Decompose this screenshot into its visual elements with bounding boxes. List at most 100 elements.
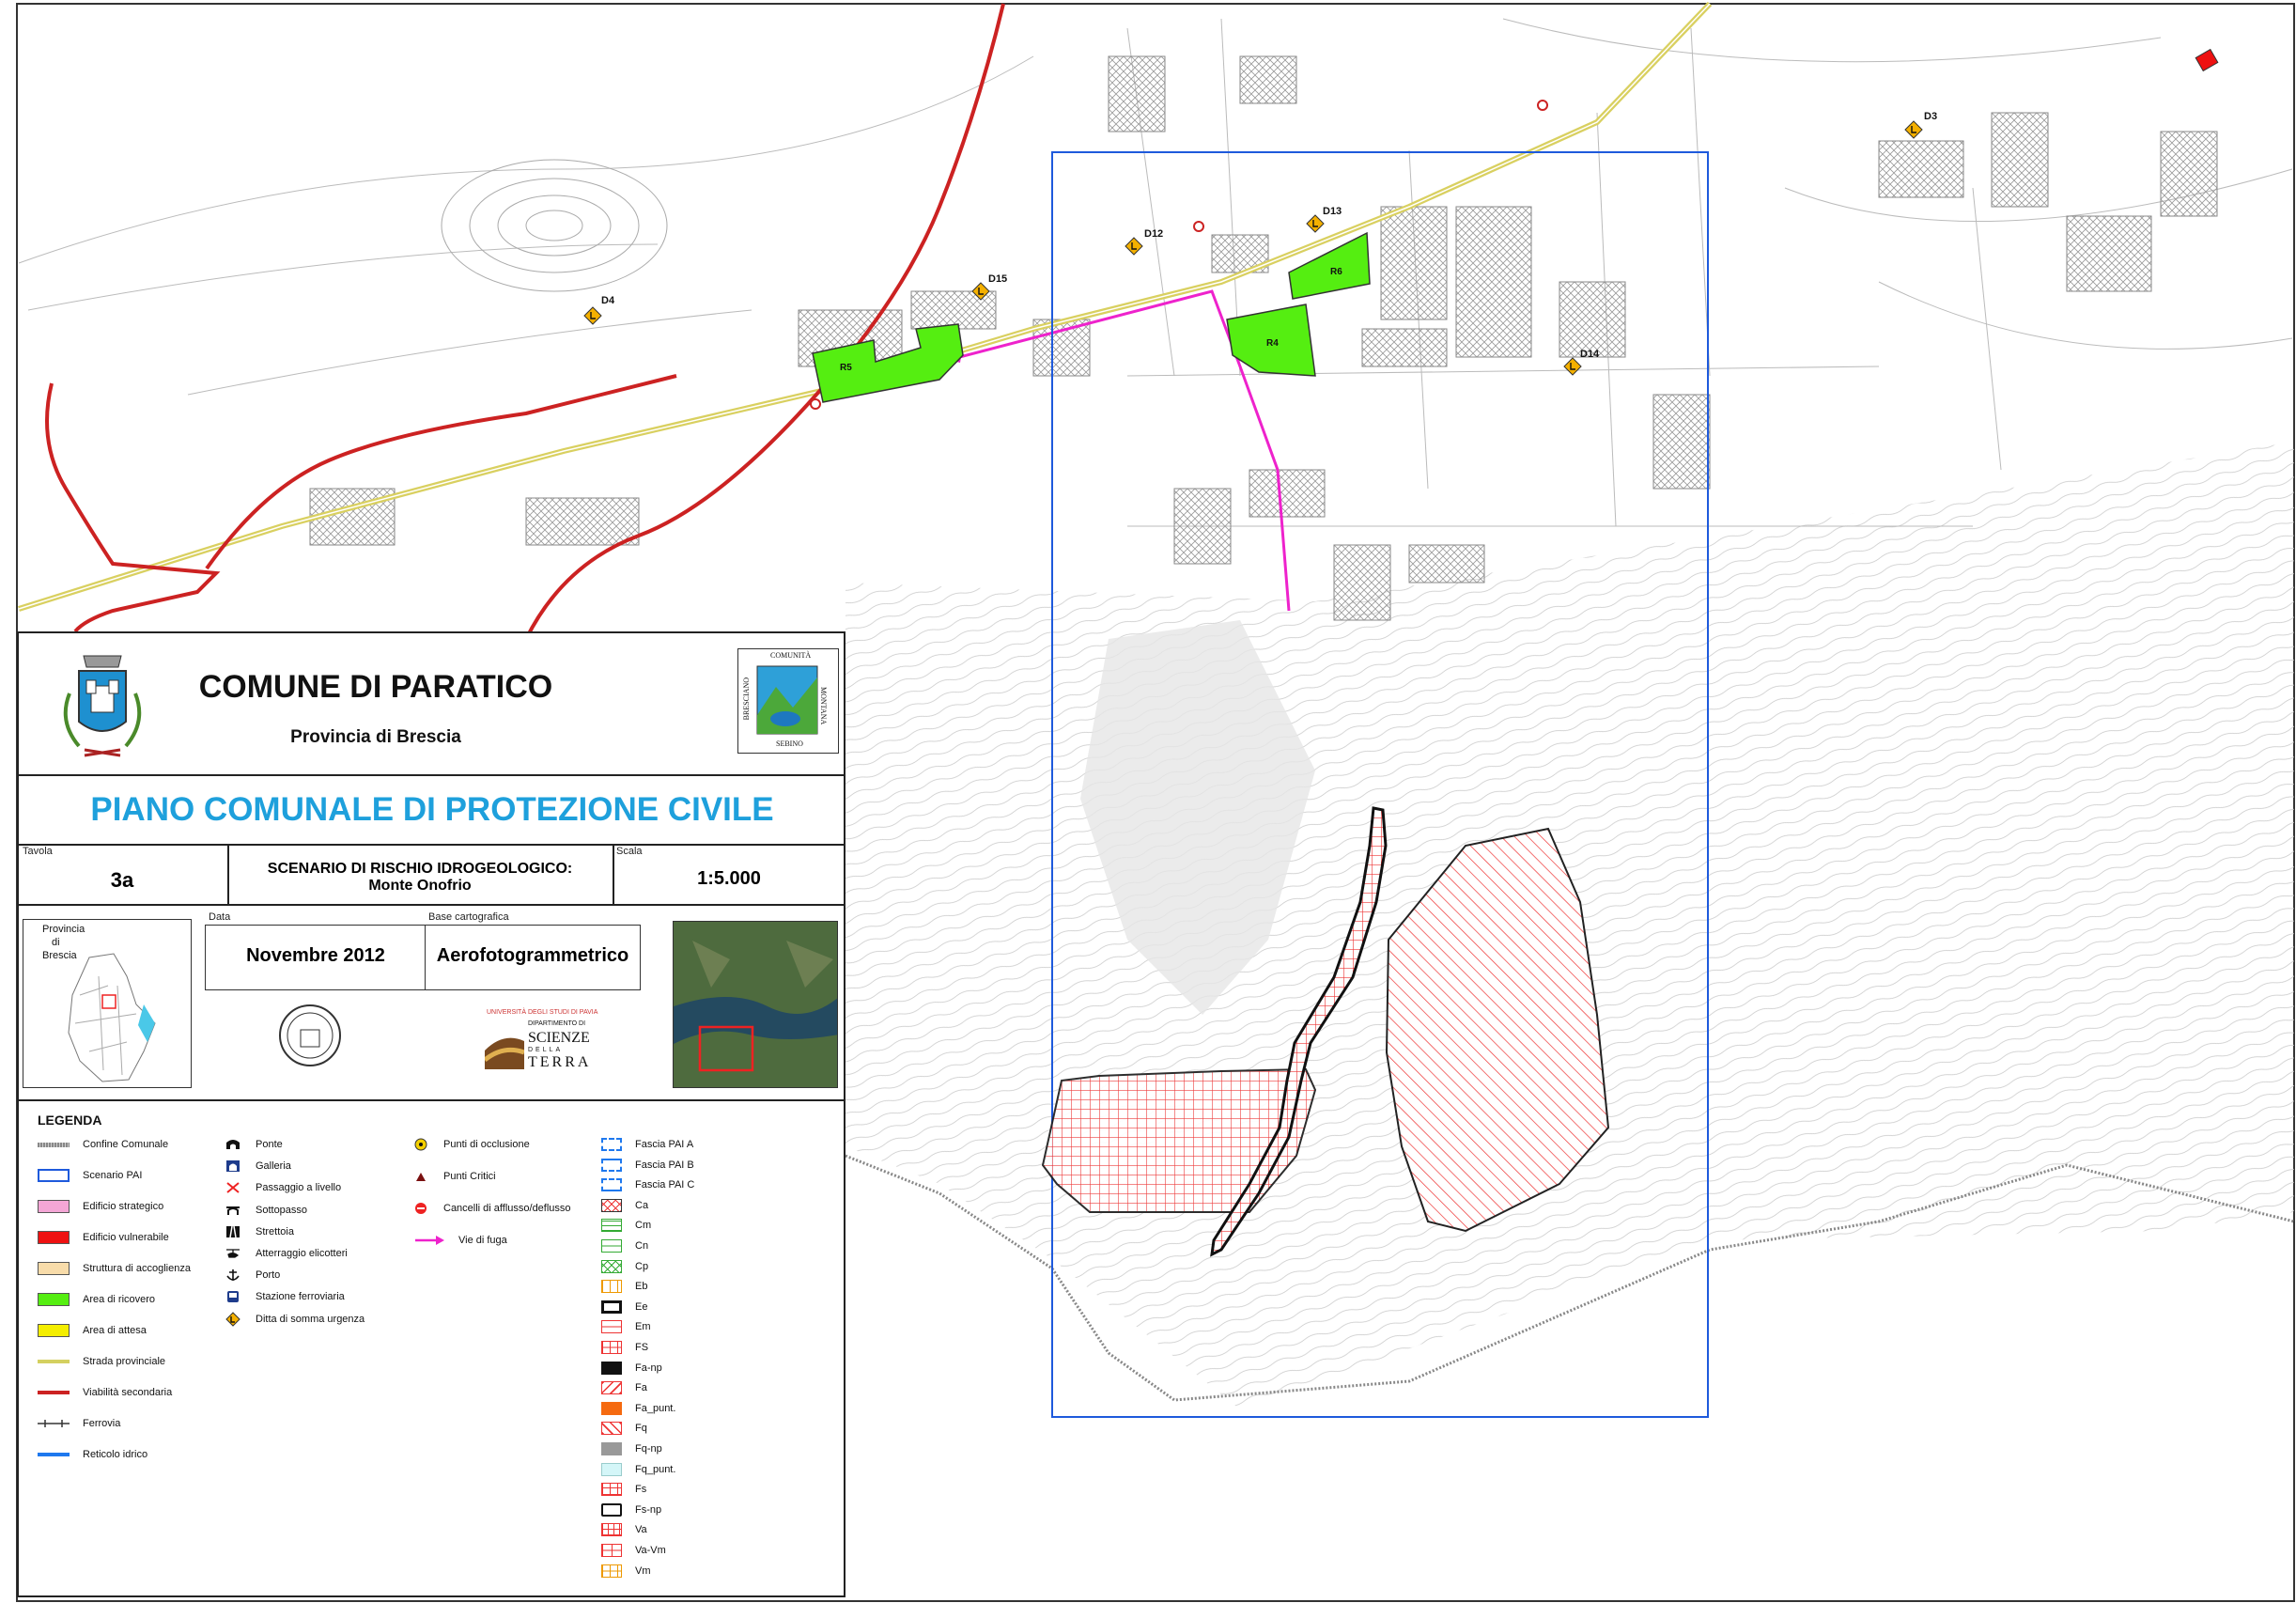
inset-label-brescia: Brescia	[42, 950, 77, 961]
legend-swatch	[601, 1178, 622, 1192]
legend-item-label: Viabilità secondaria	[83, 1387, 173, 1398]
legend-item-label: Fs-np	[635, 1503, 662, 1516]
legend-item: Confine Comunale	[38, 1135, 168, 1154]
legend-item: Edificio vulnerabile	[38, 1228, 169, 1247]
logo-text-top: COMUNITÀ	[770, 651, 812, 660]
scenario-line1: SCENARIO DI RISCHIO IDROGEOLOGICO:	[267, 861, 573, 877]
marker-label-d12: D12	[1144, 228, 1164, 240]
legend-item-label: Cancelli di afflusso/deflusso	[443, 1203, 571, 1214]
legend-item-label: Fascia PAI B	[635, 1159, 694, 1171]
legend-swatch	[601, 1381, 622, 1395]
legend-item-label: Eb	[635, 1281, 648, 1293]
legend-item: Area di ricovero	[38, 1290, 155, 1309]
tunnel-icon	[225, 1159, 242, 1173]
marker-label-d13: D13	[1323, 206, 1342, 217]
uni-line1: UNIVERSITÀ DEGLI STUDI DI PAVIA	[487, 1009, 598, 1016]
level-crossing-icon	[225, 1181, 242, 1194]
legend-item: Vm	[601, 1562, 651, 1580]
legend-swatch	[38, 1453, 70, 1456]
legend-item-label: Ee	[635, 1300, 648, 1313]
coat-of-arms-icon	[63, 655, 142, 757]
legend-item: Ditta di somma urgenza	[225, 1310, 365, 1329]
bridge-icon	[225, 1138, 242, 1151]
legend-item: Fq-np	[601, 1440, 662, 1458]
legend-item: Ca	[601, 1196, 648, 1215]
data-value: Novembre 2012	[246, 945, 385, 966]
uni-line4: DELLA	[528, 1047, 564, 1053]
marker-label-d4: D4	[601, 295, 615, 306]
legend-item: Scenario PAI	[38, 1166, 142, 1185]
legend-item: Cp	[601, 1257, 648, 1276]
province-inset-map: Provincia di Brescia	[23, 919, 192, 1088]
base-value: Aerofotogrammetrico	[436, 945, 629, 966]
legend-item-label: Fq-np	[635, 1443, 662, 1455]
legend-item: Area di attesa	[38, 1321, 147, 1340]
legend-swatch	[38, 1231, 70, 1244]
legend-item-label: Strada provinciale	[83, 1356, 166, 1367]
legend-item: Atterraggio elicotteri	[225, 1244, 348, 1263]
legend-item-label: Fq	[635, 1423, 647, 1435]
legend-item: Stazione ferroviaria	[225, 1287, 345, 1306]
escape-arrow-icon	[413, 1234, 445, 1247]
legend-item: Eb	[601, 1277, 647, 1296]
legend-swatch	[601, 1462, 622, 1476]
legend-item-label: Cp	[635, 1260, 649, 1272]
legend-item-label: Punti di occlusione	[443, 1139, 530, 1150]
legend-item: Struttura di accoglienza	[38, 1259, 191, 1278]
legend-item-label: Va	[635, 1524, 647, 1536]
legend-swatch	[38, 1324, 70, 1337]
legend-item: Cn	[601, 1237, 648, 1255]
scenario-line2: Monte Onofrio	[368, 878, 472, 894]
legend-item-label: Cn	[635, 1240, 649, 1252]
narrowing-icon	[225, 1225, 242, 1238]
scala-label: Scala	[616, 846, 643, 857]
legend-item: Galleria	[225, 1157, 291, 1175]
legend-swatch	[38, 1262, 70, 1275]
legend-item-label: Sottopasso	[256, 1204, 308, 1216]
legend-item: FS	[601, 1338, 648, 1357]
legend-item: Ferrovia	[38, 1414, 120, 1433]
legend-item-label: Fascia PAI A	[635, 1139, 694, 1150]
legend-item: Ee	[601, 1298, 647, 1316]
helicopter-icon	[225, 1247, 242, 1260]
base-label: Base cartografica	[428, 911, 509, 923]
scienze-terra-logo: UNIVERSITÀ DEGLI STUDI DI PAVIA DIPARTIM…	[485, 1009, 609, 1084]
inset-label-di: di	[52, 937, 60, 948]
legend-item: Strettoia	[225, 1222, 294, 1241]
legend-item-label: Atterraggio elicotteri	[256, 1248, 348, 1259]
legend-swatch	[601, 1341, 622, 1354]
legend-item-label: FS	[635, 1342, 649, 1353]
anchor-icon	[225, 1268, 242, 1282]
legend-item-label: Fa	[635, 1382, 647, 1394]
plan-title: PIANO COMUNALE DI PROTEZIONE CIVILE	[90, 791, 774, 828]
legend-swatch	[601, 1523, 622, 1537]
legend-swatch	[601, 1219, 622, 1233]
logo-text-right: MONTANA	[819, 687, 828, 725]
legend-item-label: Edificio strategico	[83, 1201, 164, 1212]
occlusion-icon	[413, 1138, 430, 1151]
legend-item: Fa-np	[601, 1359, 662, 1377]
legend-swatch	[38, 1360, 70, 1363]
tavola-label: Tavola	[23, 846, 53, 857]
legend-swatch	[601, 1544, 622, 1557]
area-label-r6: R6	[1330, 267, 1342, 277]
legend-item-label: Galleria	[256, 1160, 291, 1173]
legend-item-label: Va-Vm	[635, 1545, 666, 1556]
legend-item-label: Area di ricovero	[83, 1294, 156, 1305]
legend-title: LEGENDA	[38, 1113, 102, 1128]
legend-swatch	[601, 1422, 622, 1436]
legend-item-label: Porto	[256, 1269, 281, 1282]
legend-item: Fascia PAI B	[601, 1156, 694, 1175]
legend-item-label: Passaggio a livello	[256, 1182, 342, 1194]
legend-item-label: Fs	[635, 1484, 647, 1496]
scala-value: 1:5.000	[697, 868, 761, 889]
legend-item: Punti di occlusione	[413, 1135, 530, 1154]
area-label-r4: R4	[1266, 338, 1279, 349]
province-subtitle: Provincia di Brescia	[290, 727, 461, 747]
legend-item-label: Scenario PAI	[83, 1170, 143, 1181]
university-seal-icon	[279, 1004, 341, 1066]
municipality-title: COMUNE DI PARATICO	[198, 669, 553, 705]
legend-item-label: Area di attesa	[83, 1325, 147, 1336]
train-station-icon	[225, 1290, 242, 1303]
legend-swatch	[601, 1138, 622, 1151]
